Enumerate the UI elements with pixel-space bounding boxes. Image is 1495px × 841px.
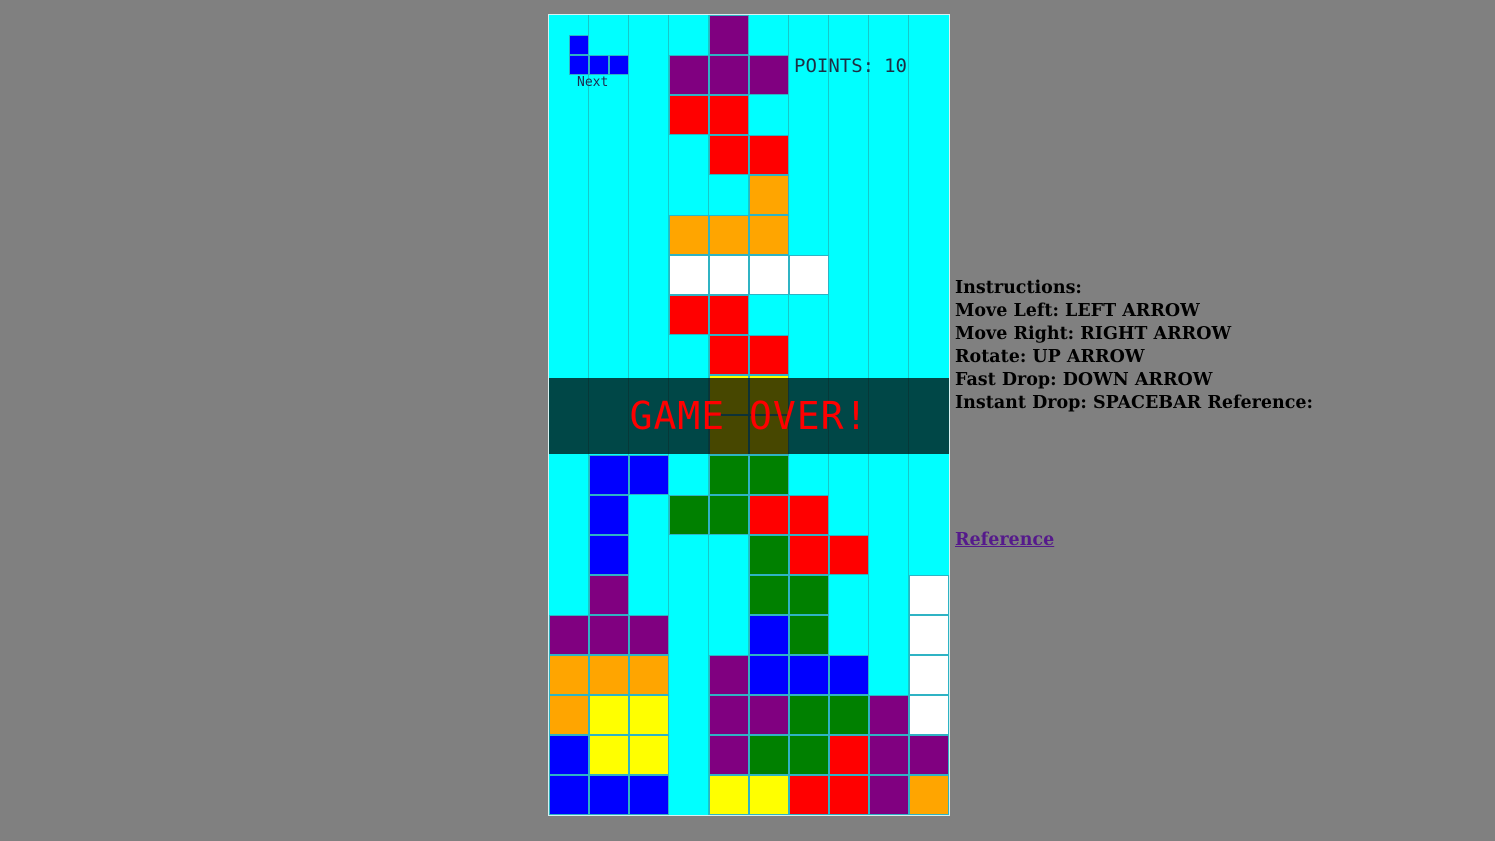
board-block xyxy=(709,455,749,495)
board-block xyxy=(669,95,709,135)
instructions-title: Instructions: xyxy=(955,278,1082,298)
board-block xyxy=(829,775,869,815)
board-block xyxy=(669,215,709,255)
board-block xyxy=(749,215,789,255)
board-block xyxy=(589,535,629,575)
board-block xyxy=(909,735,949,775)
board-block xyxy=(749,255,789,295)
board-block xyxy=(589,495,629,535)
board-block xyxy=(549,655,589,695)
board-block xyxy=(589,695,629,735)
next-piece-block xyxy=(569,55,589,75)
board-block xyxy=(709,135,749,175)
board-block xyxy=(709,55,749,95)
board-block xyxy=(789,695,829,735)
game-over-text: GAME OVER! xyxy=(629,394,869,438)
board-block xyxy=(669,255,709,295)
points-label: POINTS: xyxy=(794,55,875,77)
board-block xyxy=(709,335,749,375)
board-block xyxy=(909,615,949,655)
board-block xyxy=(709,735,749,775)
board-block xyxy=(829,535,869,575)
board-block xyxy=(709,15,749,55)
board-block xyxy=(549,735,589,775)
points-display: POINTS: 10 xyxy=(794,55,907,77)
instruction-move-left: Move Left: LEFT ARROW xyxy=(955,301,1200,321)
board-block xyxy=(829,695,869,735)
board-block xyxy=(709,495,749,535)
board-block xyxy=(669,55,709,95)
board-block xyxy=(629,695,669,735)
board-block xyxy=(909,655,949,695)
board-block xyxy=(589,775,629,815)
board-block xyxy=(789,575,829,615)
game-over-banner: GAME OVER! xyxy=(549,378,949,454)
instruction-instant-drop: Instant Drop: SPACEBAR Reference: xyxy=(955,393,1313,413)
board-block xyxy=(749,695,789,735)
board-block xyxy=(549,615,589,655)
board-block xyxy=(789,775,829,815)
next-label: Next xyxy=(577,75,609,90)
board-block xyxy=(789,495,829,535)
board-block xyxy=(749,175,789,215)
board-block xyxy=(589,455,629,495)
board-block xyxy=(909,575,949,615)
board-block xyxy=(549,695,589,735)
board-block xyxy=(829,735,869,775)
board-block xyxy=(629,655,669,695)
board-block xyxy=(709,695,749,735)
board-block xyxy=(789,615,829,655)
board-block xyxy=(829,655,869,695)
next-piece-block xyxy=(589,55,609,75)
board-block xyxy=(589,655,629,695)
instruction-fast-drop: Fast Drop: DOWN ARROW xyxy=(955,370,1213,390)
board-block xyxy=(589,735,629,775)
board-block xyxy=(669,295,709,335)
instruction-move-right: Move Right: RIGHT ARROW xyxy=(955,324,1232,344)
next-piece-block xyxy=(569,35,589,55)
board-block xyxy=(869,735,909,775)
board-block xyxy=(869,695,909,735)
board-block xyxy=(669,495,709,535)
board-block xyxy=(549,775,589,815)
board-block xyxy=(749,335,789,375)
board-block xyxy=(749,535,789,575)
board-block xyxy=(789,255,829,295)
board-block xyxy=(709,255,749,295)
board-block xyxy=(709,215,749,255)
board-block xyxy=(789,535,829,575)
board-block xyxy=(789,655,829,695)
board-block xyxy=(749,495,789,535)
board-block xyxy=(709,95,749,135)
instruction-rotate: Rotate: UP ARROW xyxy=(955,347,1145,367)
board-block xyxy=(749,655,789,695)
board-block xyxy=(749,55,789,95)
board-block xyxy=(629,735,669,775)
board-block xyxy=(629,615,669,655)
board-block xyxy=(749,735,789,775)
board-block xyxy=(589,615,629,655)
board-block xyxy=(709,655,749,695)
points-value: 10 xyxy=(884,55,907,77)
board-block xyxy=(749,455,789,495)
game-board[interactable]: Next POINTS: 10 GAME OVER! xyxy=(548,14,950,816)
board-block xyxy=(749,615,789,655)
board-block xyxy=(629,455,669,495)
board-block xyxy=(709,295,749,335)
board-block xyxy=(629,775,669,815)
board-block xyxy=(789,735,829,775)
board-block xyxy=(749,135,789,175)
board-block xyxy=(869,775,909,815)
board-block xyxy=(709,775,749,815)
board-block xyxy=(589,575,629,615)
board-block xyxy=(749,575,789,615)
next-piece-block xyxy=(609,55,629,75)
board-block xyxy=(909,775,949,815)
reference-link[interactable]: Reference xyxy=(955,530,1054,550)
instructions-panel: Instructions: Move Left: LEFT ARROW Move… xyxy=(955,277,1313,415)
board-block xyxy=(749,775,789,815)
board-block xyxy=(909,695,949,735)
